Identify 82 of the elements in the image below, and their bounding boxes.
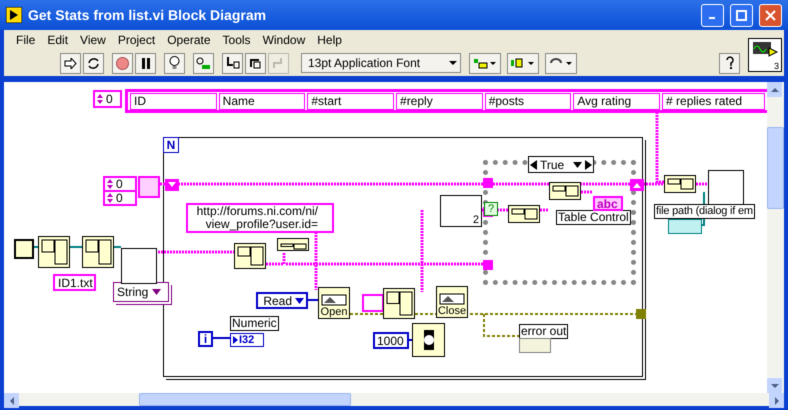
font-dropdown[interactable]: 13pt Application Font [301,53,461,73]
selector-terminal: ? [484,202,498,216]
menu-item[interactable]: Tools [216,33,257,47]
cluster-field: #posts [484,92,572,110]
help-icon[interactable] [719,52,740,74]
caret-icon[interactable] [152,289,162,295]
function-node: Close [436,286,468,318]
distribute-icon[interactable] [507,52,539,74]
function-node [277,238,309,251]
step-over-icon[interactable] [245,52,266,74]
scroll-right-icon[interactable] [772,396,780,404]
menu-item[interactable]: File [10,33,42,47]
menu-item[interactable]: Help [311,33,348,47]
cluster-field: ID [130,92,217,110]
align-icon[interactable] [469,52,501,74]
string-constant-icon [362,294,384,312]
string-indicator: abc [593,196,623,211]
app-icon [6,7,22,23]
error-indicator [519,338,551,353]
string-constant: http://forums.ni.com/ni/ view_profile?user.id= [186,203,334,233]
increment-icon[interactable] [585,160,592,170]
maximize-button[interactable] [730,4,753,26]
scroll-left-icon[interactable] [8,396,16,404]
menu-item[interactable]: Project [112,33,162,47]
bulb-icon[interactable] [164,52,185,74]
triangle-icon [233,336,238,344]
function-node [508,205,540,223]
step-into-icon[interactable] [222,52,243,74]
case-label: True [540,158,564,172]
maximize-icon[interactable] [736,10,747,20]
function-node [38,236,70,268]
subvi-node: 2 [440,195,482,227]
datasocket-icon [321,294,347,306]
menu-item[interactable]: View [74,33,112,47]
function-node [234,243,266,269]
run-continuous-icon[interactable] [83,52,104,74]
ring-constant: String [113,282,169,302]
array-element [138,176,160,198]
scroll-thumb[interactable] [139,393,351,406]
function-node [664,175,696,193]
menu-item[interactable]: Operate [161,33,217,47]
caret-icon[interactable] [295,298,304,304]
close-button[interactable] [759,4,782,26]
enum-constant: Read [256,292,308,309]
index-display: 0 [103,190,137,206]
index-display: 0 [93,90,122,108]
loop-count-terminal: N [163,137,179,153]
probe-icon[interactable] [193,52,214,74]
datasocket-icon [439,293,465,305]
decrement-icon[interactable] [530,160,537,170]
iteration-terminal: i [198,331,213,347]
connector-count: 3 [774,61,779,71]
cluster-field: Avg rating [573,92,660,110]
menu-item[interactable]: Window [256,33,312,47]
numeric-constant: 1000 [373,332,409,349]
close-icon[interactable] [765,10,776,20]
case-selector[interactable]: True [528,156,594,173]
function-node [383,288,415,319]
scroll-thumb[interactable] [767,127,784,209]
string-constant: ID1.txt [53,274,96,291]
minimize-button[interactable] [701,4,724,26]
window-title: Get Stats from list.vi Block Diagram [28,7,268,23]
label: file path (dialog if em [654,204,755,219]
menu-item[interactable]: Edit [41,33,74,47]
path-constant [668,219,702,234]
caret-icon[interactable] [573,162,582,168]
cluster-field: #start [307,92,394,110]
cluster-field: #reply [396,92,483,110]
pause-icon[interactable] [135,52,156,74]
label: error out [519,324,568,339]
abort-icon[interactable] [112,52,133,74]
scroll-up-icon[interactable] [770,86,778,94]
reorder-icon[interactable] [545,52,577,74]
function-node [82,236,114,268]
label: Numeric [230,316,279,331]
cluster-field: # replies rated [662,92,766,110]
function-node: Open [318,287,350,319]
function-node [549,182,581,200]
numeric-indicator: I32 [230,333,264,347]
label: Table Control [556,210,631,225]
cluster-field: Name [218,92,306,110]
scroll-down-icon[interactable] [770,382,778,390]
